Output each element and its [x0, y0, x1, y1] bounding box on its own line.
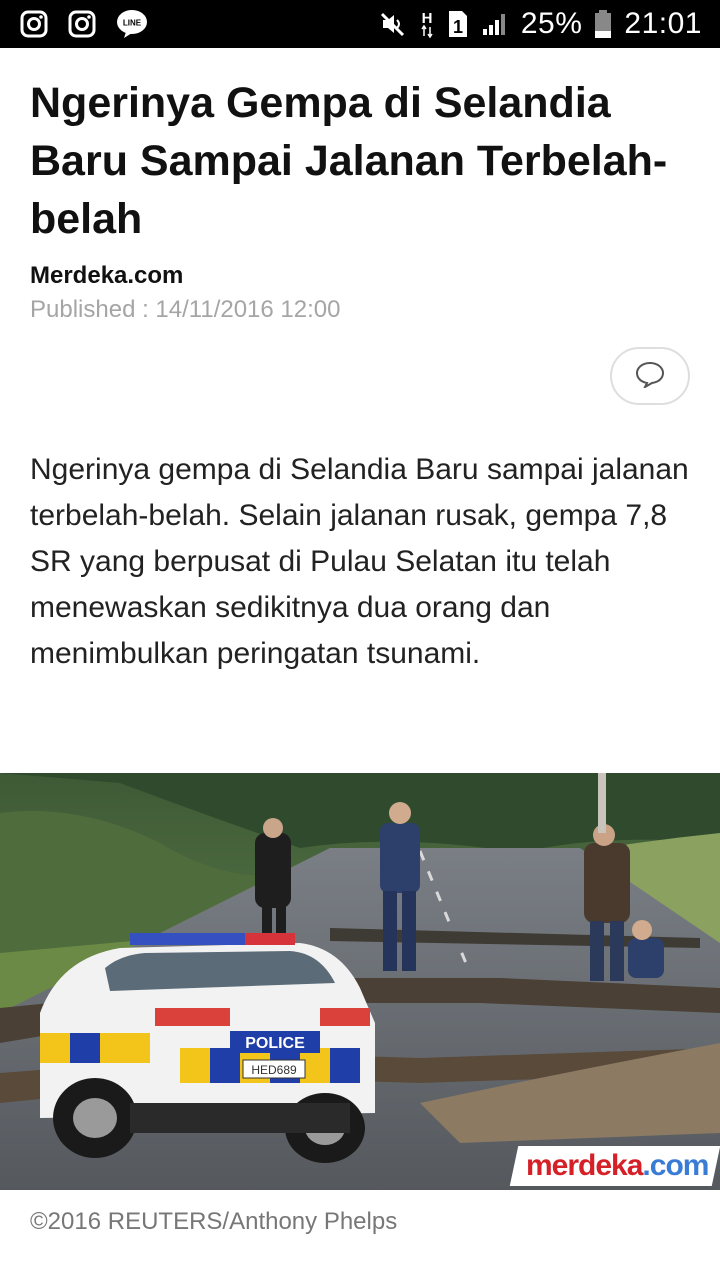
comment-bubble-icon	[635, 360, 665, 393]
status-bar: LINE H 1 25% 21:01	[0, 0, 720, 48]
earthquake-road-photo: POLICE HED689	[0, 773, 720, 1190]
merdeka-watermark: merdeka.com	[509, 1146, 720, 1186]
watermark-domain: .com	[641, 1149, 708, 1182]
svg-text:H: H	[421, 10, 432, 27]
article-source[interactable]: Merdeka.com	[30, 262, 183, 290]
status-bar-system: H 1 25% 21:01	[367, 7, 702, 41]
license-plate: HED689	[251, 1063, 297, 1077]
article-photo[interactable]: POLICE HED689 merdeka.com	[0, 773, 720, 1190]
svg-text:1: 1	[453, 17, 463, 37]
article-title: Ngerinya Gempa di Selandia Baru Sampai J…	[30, 79, 668, 243]
signal-icon	[481, 11, 509, 37]
photo-caption: ©2016 REUTERS/Anthony Phelps	[30, 1208, 398, 1235]
instagram-icon	[68, 10, 96, 38]
svg-text:LINE: LINE	[123, 19, 142, 28]
status-bar-notifications: LINE	[20, 9, 168, 39]
network-h-icon: H	[419, 9, 435, 39]
instagram-icon	[20, 10, 48, 38]
article-body: Ngerinya gempa di Selandia Baru sampai j…	[30, 453, 689, 670]
battery-icon	[594, 9, 612, 39]
watermark-brand: merdeka	[525, 1149, 642, 1182]
article-published-date: Published : 14/11/2016 12:00	[30, 296, 341, 323]
line-app-icon: LINE	[116, 9, 148, 39]
battery-percent: 25%	[520, 7, 583, 40]
clock: 21:01	[624, 7, 702, 40]
sim-1-icon: 1	[447, 9, 469, 39]
police-label: POLICE	[245, 1035, 305, 1052]
comment-button[interactable]	[610, 347, 690, 405]
mute-icon	[379, 11, 407, 37]
